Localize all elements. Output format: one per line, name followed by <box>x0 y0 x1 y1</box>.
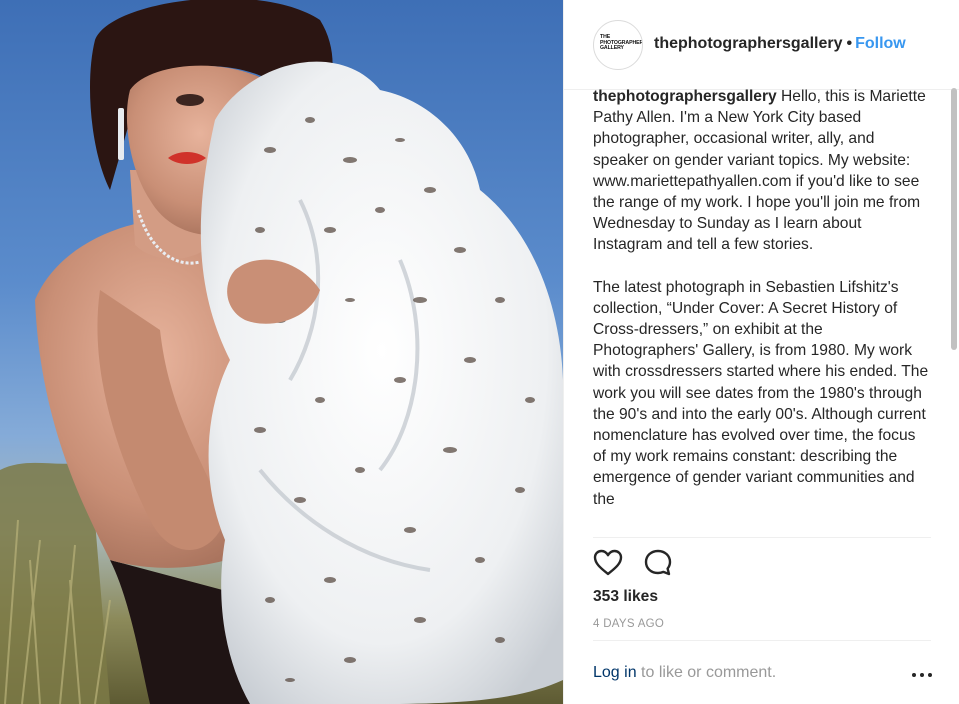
login-prompt-text: to like or comment. <box>636 664 777 681</box>
post-sidebar: THE PHOTOGRAPHERS' GALLERY thephotograph… <box>563 0 959 704</box>
speech-bubble-icon[interactable] <box>642 547 674 579</box>
caption-scrollbar[interactable] <box>951 88 957 538</box>
post-photo-illustration <box>0 0 563 704</box>
follow-button[interactable]: Follow <box>855 35 906 52</box>
avatar-logo-text: THE PHOTOGRAPHERS' GALLERY <box>600 34 643 52</box>
caption-scrollbar-thumb[interactable] <box>951 88 957 350</box>
header-separator: • <box>846 35 853 52</box>
more-options-icon[interactable] <box>911 666 933 682</box>
comment-login-row: Log in to like or comment. <box>593 664 776 682</box>
post-caption: thephotographersgallery Hello, this is M… <box>593 86 941 538</box>
post-photo[interactable] <box>0 0 563 704</box>
header-username[interactable]: thephotographersgallery <box>654 35 842 52</box>
login-link[interactable]: Log in <box>593 664 637 681</box>
caption-text-1: Hello, this is Mariette Pathy Allen. I'm… <box>593 88 926 254</box>
divider <box>593 640 931 641</box>
post-actions <box>592 547 688 579</box>
caption-paragraph-2: The latest photograph in Sebastien Lifsh… <box>593 278 929 508</box>
likes-count[interactable]: 353 likes <box>593 588 658 606</box>
header-row: thephotographersgallery • Follow <box>654 35 906 53</box>
post-header: THE PHOTOGRAPHERS' GALLERY thephotograph… <box>564 0 959 90</box>
caption-username[interactable]: thephotographersgallery <box>593 88 777 105</box>
heart-outline-icon[interactable] <box>592 547 624 579</box>
avatar[interactable]: THE PHOTOGRAPHERS' GALLERY <box>593 20 643 70</box>
post-timestamp[interactable]: 4 DAYS AGO <box>593 618 664 630</box>
divider <box>593 537 931 538</box>
caption-paragraph-1: thephotographersgallery Hello, this is M… <box>593 86 931 256</box>
